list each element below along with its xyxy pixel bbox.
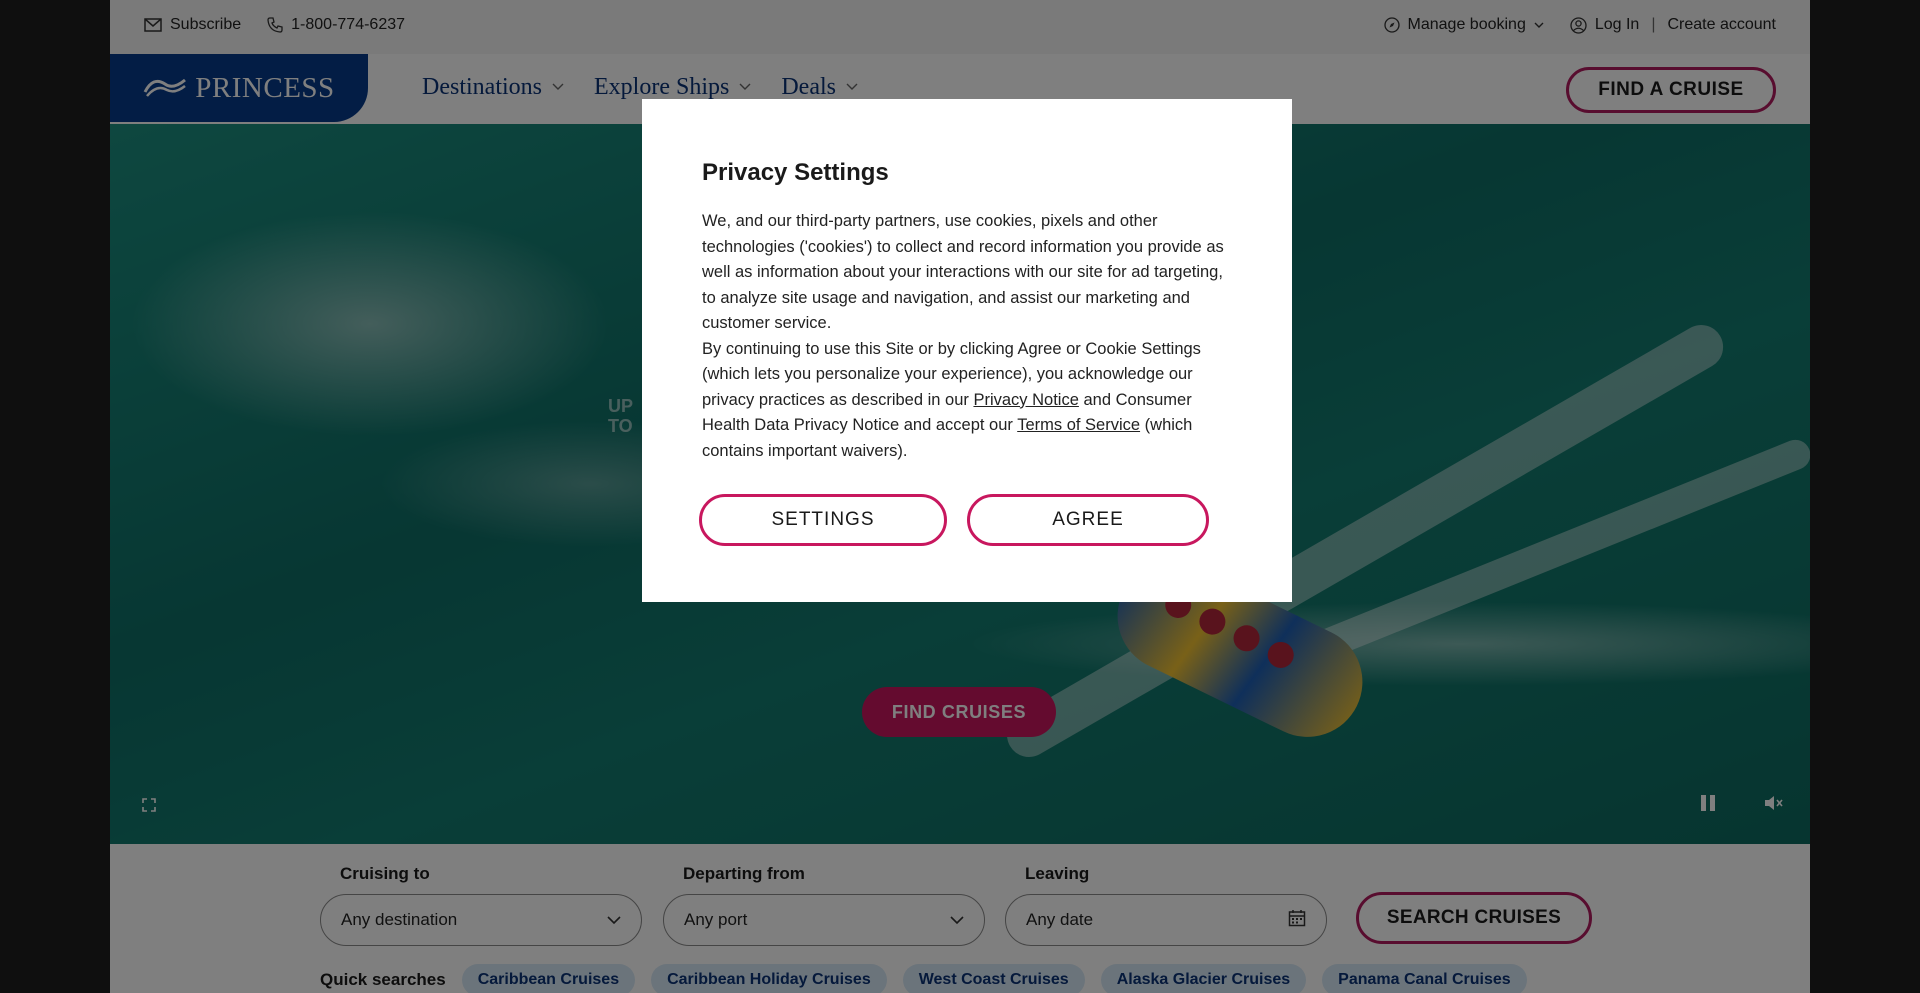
- privacy-settings-dialog: Privacy Settings We, and our third-party…: [642, 99, 1292, 602]
- dialog-paragraph-2: By continuing to use this Site or by cli…: [702, 339, 1201, 460]
- terms-of-service-link[interactable]: Terms of Service: [1017, 416, 1140, 434]
- privacy-notice-link[interactable]: Privacy Notice: [973, 391, 1078, 409]
- settings-button[interactable]: SETTINGS: [699, 494, 947, 546]
- dialog-body: We, and our third-party partners, use co…: [702, 209, 1232, 464]
- dialog-title: Privacy Settings: [702, 159, 889, 186]
- dialog-paragraph-1: We, and our third-party partners, use co…: [702, 212, 1224, 332]
- agree-button[interactable]: AGREE: [967, 494, 1209, 546]
- dialog-actions: SETTINGS AGREE: [699, 494, 1209, 546]
